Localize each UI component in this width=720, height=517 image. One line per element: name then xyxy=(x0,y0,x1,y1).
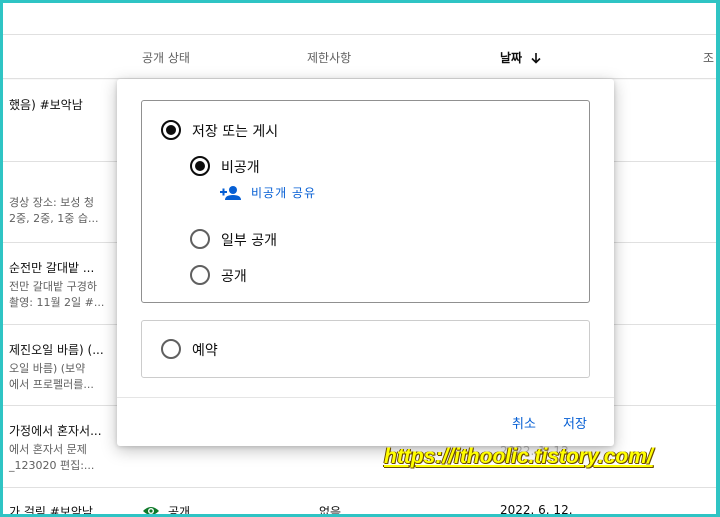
watermark-url: https://ithoolic.tistory.com/ xyxy=(384,445,653,468)
save-button[interactable]: 저장 xyxy=(563,413,587,432)
private-radio[interactable] xyxy=(190,156,210,176)
top-bar xyxy=(3,3,716,35)
studio-content-page: 공개 상태 제한사항 날짜 조 했음) #보악남 경상 장소: 보성 청 2중,… xyxy=(3,3,716,514)
video-description: 전만 갈대밭 구경하 xyxy=(9,280,97,293)
column-header-visibility[interactable]: 공개 상태 xyxy=(142,49,190,66)
video-date: 2022. 6. 12. xyxy=(500,503,573,514)
column-header-date[interactable]: 날짜 xyxy=(500,49,542,66)
cancel-button[interactable]: 취소 xyxy=(512,413,536,432)
video-description: _123020 편집:... xyxy=(9,459,95,472)
public-radio[interactable] xyxy=(190,265,210,285)
column-header-date-label: 날짜 xyxy=(500,51,523,65)
video-description: 경상 장소: 보성 청 xyxy=(9,196,95,209)
save-or-publish-radio[interactable] xyxy=(161,120,181,140)
arrow-down-icon xyxy=(531,52,541,64)
video-description: 촬영: 11월 2일 #... xyxy=(9,296,105,309)
unlisted-radio[interactable] xyxy=(190,229,210,249)
schedule-radio[interactable] xyxy=(161,339,181,359)
dialog-divider xyxy=(117,397,614,398)
column-header-views-cut[interactable]: 조 xyxy=(703,49,714,66)
video-title[interactable]: 순전만 갈대밭 ... xyxy=(9,259,94,276)
share-privately-link[interactable]: 비공개 공유 xyxy=(220,184,316,201)
restrictions-value: 없음 xyxy=(319,505,342,514)
unlisted-label: 일부 공개 xyxy=(221,233,277,249)
private-label: 비공개 xyxy=(221,160,260,176)
visibility-dialog: 저장 또는 게시 비공개 비공개 공유 일부 공개 공개 예약 취소 저장 xyxy=(117,79,614,446)
save-or-publish-section: 저장 또는 게시 비공개 비공개 공유 일부 공개 공개 xyxy=(141,100,590,303)
save-or-publish-label: 저장 또는 게시 xyxy=(192,124,279,140)
video-title[interactable]: 했음) #보악남 xyxy=(9,96,83,113)
video-title[interactable]: 가 걸림 #보악남 xyxy=(9,503,93,514)
video-description: 에서 혼자서 문제 xyxy=(9,443,87,456)
table-row[interactable]: 가 걸림 #보악남 공개 없음 2022. 6. 12. xyxy=(3,488,716,514)
eye-icon xyxy=(143,507,159,514)
share-privately-label: 비공개 공유 xyxy=(251,186,317,200)
video-description: 오일 바름) (보약 xyxy=(9,362,86,375)
schedule-section: 예약 xyxy=(141,320,590,378)
column-header-restrictions[interactable]: 제한사항 xyxy=(307,49,351,66)
table-header: 공개 상태 제한사항 날짜 조 xyxy=(3,35,716,79)
video-title[interactable]: 가정에서 혼자서... xyxy=(9,422,102,439)
public-label: 공개 xyxy=(221,269,247,285)
video-description: 에서 프로펠러를... xyxy=(9,378,94,391)
video-title[interactable]: 제진오일 바름) (... xyxy=(9,341,104,358)
video-description: 2중, 2중, 1중 습... xyxy=(9,212,99,225)
person-add-icon xyxy=(220,185,241,200)
visibility-value[interactable]: 공개 xyxy=(168,503,190,514)
schedule-label: 예약 xyxy=(192,343,218,359)
